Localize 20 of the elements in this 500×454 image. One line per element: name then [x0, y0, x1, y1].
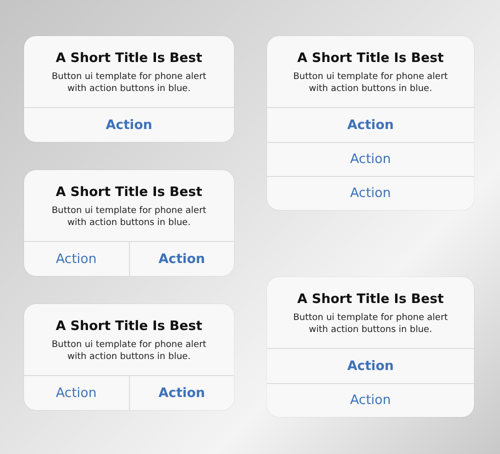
action-button[interactable]: Action [24, 376, 128, 410]
alert-message: Button ui template for phone alert with action buttons in blue. [292, 71, 449, 95]
action-button[interactable]: Action [267, 383, 474, 417]
action-button[interactable]: Action [128, 242, 234, 276]
action-button[interactable]: Action [267, 176, 474, 210]
alert-message: Button ui template for phone alert with action buttons in blue. [50, 205, 208, 229]
action-button[interactable]: Action [128, 376, 234, 410]
alert-title: A Short Title Is Best [296, 51, 445, 66]
alert-message: Button ui template for phone alert with action buttons in blue. [50, 71, 208, 95]
action-button[interactable]: Action [267, 349, 474, 383]
alert-message: Button ui template for phone alert with action buttons in blue. [292, 312, 449, 336]
action-button[interactable]: Action [24, 242, 128, 276]
action-button[interactable]: Action [267, 108, 474, 142]
alert-title: A Short Title Is Best [54, 51, 204, 66]
alert-title: A Short Title Is Best [54, 185, 204, 200]
alert-title: A Short Title Is Best [296, 292, 445, 307]
alert-message: Button ui template for phone alert with action buttons in blue. [50, 339, 208, 363]
action-button[interactable]: Action [267, 142, 474, 176]
action-button[interactable]: Action [24, 108, 234, 142]
alert-title: A Short Title Is Best [54, 319, 204, 334]
